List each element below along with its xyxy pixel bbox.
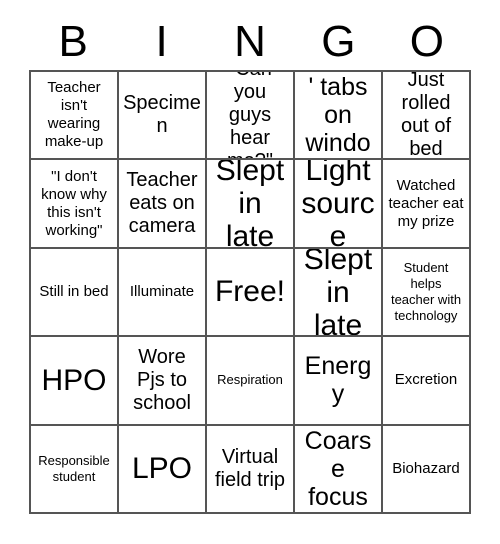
bingo-cell-r4c4[interactable]: Energy (295, 337, 383, 426)
bingo-cell-label: "I don't know why this isn't working" (41, 167, 107, 239)
bingo-cell-r2c1[interactable]: "I don't know why this isn't working" (31, 160, 119, 249)
bingo-cell-r1c2[interactable]: Specimen (119, 72, 207, 161)
bingo-header-letter-n: N (234, 17, 266, 66)
bingo-cell-label: Just rolled out of bed (400, 72, 452, 161)
bingo-cell-label: Respiration (217, 372, 283, 388)
bingo-cell-label: Student helps teacher with technology (390, 259, 462, 323)
bingo-cell-r1c1[interactable]: Teacher isn't wearing make-up (31, 72, 119, 161)
bingo-header-letter-i: I (155, 17, 168, 66)
bingo-cell-r3c5[interactable]: Student helps teacher with technology (383, 248, 471, 338)
bingo-cell-r5c4[interactable]: Coarse focus (295, 425, 383, 514)
bingo-cell-r4c1[interactable]: HPO (31, 337, 119, 426)
bingo-cell-r1c5[interactable]: Just rolled out of bed (383, 72, 471, 161)
bingo-cell-label: LPO (131, 452, 193, 486)
bingo-cell-label: Watched teacher eat my prize (388, 176, 464, 230)
bingo-cell-r2c5[interactable]: Watched teacher eat my prize (383, 160, 471, 249)
bingo-card: B I N G O Teacher isn't wearing make-up … (0, 0, 500, 544)
bingo-cell-label: Coarse focus (304, 426, 372, 511)
bingo-cell-label: Light source (301, 160, 375, 249)
bingo-cell-r3c1[interactable]: Still in bed (31, 248, 119, 338)
bingo-cell-r5c2[interactable]: LPO (119, 425, 207, 514)
bingo-cell-r5c1[interactable]: Responsible student (31, 425, 119, 514)
bingo-cell-label: Teacher isn't wearing make-up (44, 79, 104, 151)
bingo-header-letter-b: B (58, 17, 88, 66)
bingo-cell-r2c4[interactable]: Light source (295, 160, 383, 249)
bingo-cell-r1c4[interactable]: 'Wrong' tabs on window (295, 72, 383, 161)
bingo-cell-label: Responsible student (38, 452, 110, 484)
bingo-cell-r4c3[interactable]: Respiration (207, 337, 295, 426)
bingo-cell-r1c3[interactable]: "Can you guys hear me?" (207, 72, 295, 161)
bingo-cell-label: Biohazard (392, 459, 460, 477)
bingo-cell-label: Wore Pjs to school (133, 345, 191, 414)
bingo-header: B I N G O (29, 14, 471, 70)
bingo-cell-label: Illuminate (129, 282, 195, 300)
bingo-cell-r3c4[interactable]: Slept in late (295, 248, 383, 338)
bingo-cell-label: HPO (41, 363, 107, 397)
bingo-cell-label: Virtual field trip (214, 445, 286, 491)
bingo-cell-label: "Can you guys hear me?" (227, 72, 273, 158)
bingo-cell-r5c5[interactable]: Biohazard (383, 425, 471, 514)
bingo-cell-label: 'Wrong' tabs on window (299, 72, 377, 158)
bingo-cell-label: Slept in late (303, 248, 373, 338)
bingo-cell-label: Energy (304, 352, 372, 409)
bingo-cell-label: Still in bed (39, 282, 109, 300)
bingo-cell-r2c3[interactable]: Slept in late (207, 160, 295, 249)
bingo-cell-r4c5[interactable]: Excretion (383, 337, 471, 426)
bingo-cell-label: Slept in late (215, 160, 285, 249)
bingo-header-letter-o: O (409, 17, 444, 66)
bingo-grid: Teacher isn't wearing make-up Specimen "… (29, 70, 471, 514)
bingo-cell-r2c2[interactable]: Teacher eats on camera (119, 160, 207, 249)
bingo-cell-label: Free! (214, 275, 286, 309)
bingo-cell-free-space[interactable]: Free! (207, 248, 295, 338)
bingo-cell-r4c2[interactable]: Wore Pjs to school (119, 337, 207, 426)
bingo-cell-label: Specimen (123, 92, 201, 138)
bingo-cell-label: Excretion (394, 371, 458, 389)
bingo-header-letter-g: G (321, 17, 356, 66)
bingo-cell-label: Teacher eats on camera (126, 169, 198, 238)
bingo-cell-r3c2[interactable]: Illuminate (119, 248, 207, 338)
bingo-cell-r5c3[interactable]: Virtual field trip (207, 425, 295, 514)
